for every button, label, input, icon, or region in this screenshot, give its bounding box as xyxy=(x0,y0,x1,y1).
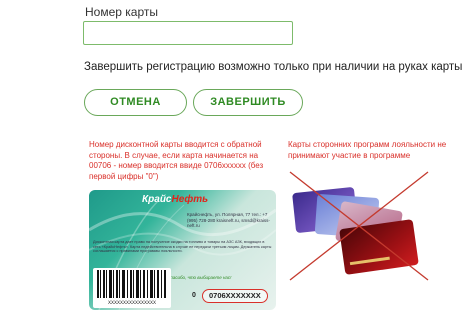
third-party-cards-hint: Карты сторонних программ лояльности не п… xyxy=(288,140,447,160)
cancel-button[interactable]: ОТМЕНА xyxy=(84,89,187,116)
finish-button[interactable]: ЗАВЕРШИТЬ xyxy=(193,89,303,116)
card-logo: КрайсНефть xyxy=(142,194,209,205)
card-number-input[interactable] xyxy=(83,21,293,45)
card-number-highlight: 0706XXXXXXX xyxy=(202,289,268,303)
card-thanks: Спасибо, что выбираете нас! xyxy=(167,275,232,280)
card-address: Крайснефть, ул. Полярная, 77 тел.: +7 (9… xyxy=(187,212,270,229)
barcode-icon xyxy=(97,270,166,298)
third-party-cards-image xyxy=(289,171,429,281)
discount-card-image: КрайсНефть Крайснефть, ул. Полярная, 77 … xyxy=(89,190,276,310)
barcode: XXXXXXXXXXXXXXXX xyxy=(93,268,171,308)
registration-notice: Завершить регистрацию возможно только пр… xyxy=(84,61,463,73)
barcode-number: XXXXXXXXXXXXXXXX xyxy=(107,300,156,306)
card-number-hint: Номер дисконтной карты вводится с обратн… xyxy=(89,140,264,181)
card-number-label: Номер карты xyxy=(85,5,158,19)
card-terms: Дисконтная карта дает право на получение… xyxy=(93,240,272,254)
card-number-prefix: 0 xyxy=(192,292,196,299)
